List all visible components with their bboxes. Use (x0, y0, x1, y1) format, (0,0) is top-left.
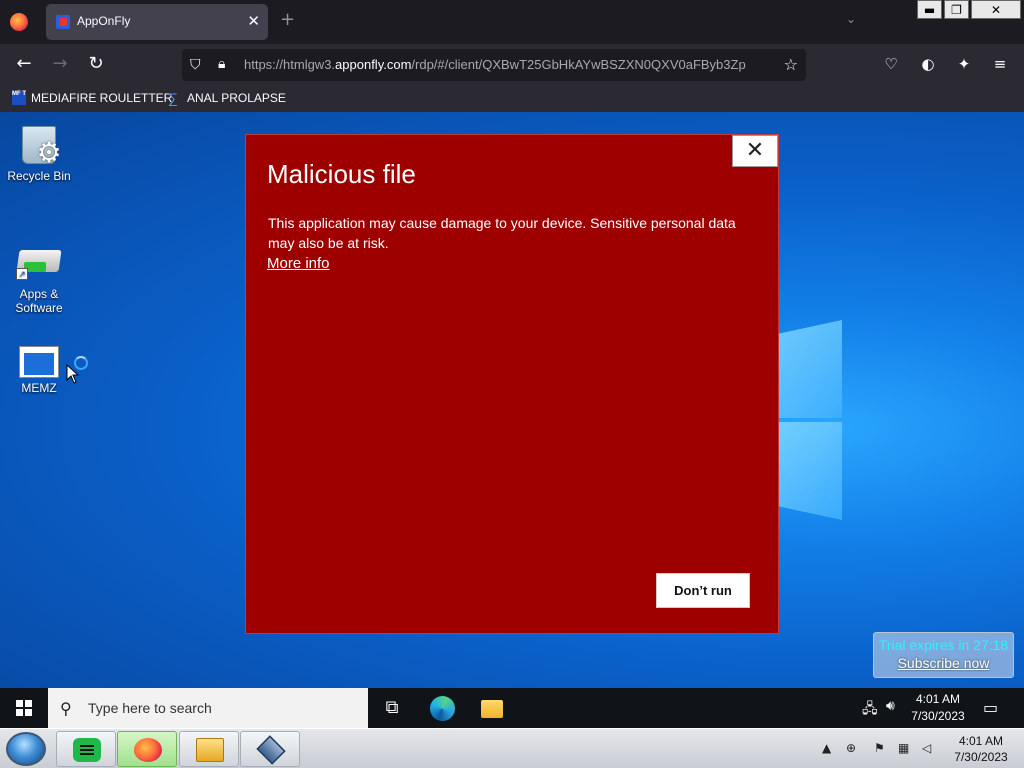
bookmark-anal-prolapse[interactable]: ∑ ANAL PROLAPSE (168, 91, 286, 105)
desktop-icon-label: MEMZ (21, 381, 57, 395)
network-icon[interactable]: 🖧︎ (862, 698, 878, 722)
forward-arrow-icon[interactable]: → (49, 54, 71, 74)
notification-icon[interactable]: ▭ (983, 698, 998, 717)
close-window-button[interactable]: ✕ (971, 0, 1021, 19)
mouse-pointer-icon (66, 364, 80, 384)
browser-nav-bar: ← → ↻ ⛉ 🔒︎ https://htmlgw3.apponfly.com/… (0, 44, 1024, 86)
desktop-icon-recycle-bin[interactable]: ⚙ Recycle Bin (3, 122, 75, 183)
tracking-shield-icon[interactable]: ⛉ (190, 57, 201, 73)
network-icon[interactable]: ▦ (898, 741, 909, 755)
spotify-icon (73, 738, 101, 762)
host-date: 7/30/2023 (954, 750, 1008, 764)
host-time: 4:01 AM (958, 734, 1004, 748)
list-all-tabs-icon[interactable]: ⌄ (846, 12, 856, 26)
minimize-button[interactable]: ▬ (917, 0, 942, 19)
bookmark-label: ANAL PROLAPSE (187, 91, 286, 105)
file-explorer-icon[interactable] (481, 700, 503, 718)
host-taskbar: ▲ ⊕ ⚑ ▦ ◁ 4:01 AM 7/30/2023 (0, 728, 1024, 768)
edge-icon[interactable] (430, 696, 455, 721)
bookmark-mediafire-rouletter[interactable]: MF T MEDIAFIRE ROULETTER (12, 91, 172, 105)
bookmark-label: MEDIAFIRE ROULETTER (31, 91, 173, 105)
task-view-icon[interactable]: ⧉ (379, 696, 405, 720)
desktop-icon-apps-software[interactable]: ↗ Apps & Software (3, 244, 75, 315)
dialog-message: This application may cause damage to you… (268, 215, 736, 251)
firefox-menu-icon[interactable] (10, 13, 28, 31)
taskbar-explorer[interactable] (179, 731, 239, 767)
desktop-icon-memz[interactable]: MEMZ (3, 346, 75, 395)
remote-taskbar: ⚲ Type here to search ⧉ 🖧︎ 🔊︎ 4:01 AM 7/… (0, 688, 1024, 728)
start-button[interactable] (0, 688, 48, 728)
virtualbox-icon (256, 735, 286, 765)
reload-icon[interactable]: ↻ (85, 54, 107, 74)
bookmarks-toolbar: MF T MEDIAFIRE ROULETTER ∑ ANAL PROLAPSE (0, 86, 1024, 112)
show-hidden-icons-icon[interactable]: ▲ (822, 741, 831, 755)
extensions-icon[interactable]: ✦ (953, 55, 975, 73)
tab-title: AppOnFly (77, 14, 131, 28)
restore-button[interactable]: ❐ (944, 0, 969, 19)
apponfly-favicon-icon (56, 15, 70, 29)
host-clock[interactable]: 4:01 AM 7/30/2023 (951, 733, 1011, 765)
sigma-icon: ∑ (168, 90, 178, 106)
window-controls: ▬ ❐ ✕ (917, 0, 1024, 20)
windows-start-icon (16, 700, 32, 716)
dialog-title: Malicious file (267, 159, 416, 189)
back-arrow-icon[interactable]: ← (13, 54, 35, 74)
volume-icon[interactable]: 🔊︎ (886, 698, 895, 714)
mediafire-icon: MF T (12, 91, 26, 105)
search-placeholder: Type here to search (88, 700, 212, 716)
hamburger-menu-icon[interactable]: ≡ (989, 55, 1011, 73)
taskbar-search-box[interactable]: ⚲ Type here to search (48, 688, 368, 728)
more-info-link[interactable]: More info (267, 255, 330, 272)
bookmark-star-icon[interactable]: ☆ (784, 55, 798, 74)
lock-icon[interactable]: 🔒︎ (218, 56, 225, 72)
remote-date: 7/30/2023 (911, 709, 965, 723)
account-icon[interactable]: ◐ (917, 55, 939, 73)
dont-run-button[interactable]: Don’t run (656, 573, 750, 608)
taskbar-spotify[interactable] (56, 731, 116, 767)
desktop-icon-label: Recycle Bin (7, 169, 71, 183)
malicious-file-dialog: ✕ Malicious file This application may ca… (245, 134, 779, 634)
tab-apponfly[interactable]: AppOnFly ✕ (46, 4, 268, 40)
dialog-close-button[interactable]: ✕ (732, 135, 778, 167)
url-text[interactable]: https://htmlgw3.apponfly.com/rdp/#/clien… (244, 57, 770, 72)
subscribe-link[interactable]: Subscribe now (874, 655, 1013, 671)
tab-close-icon[interactable]: ✕ (247, 12, 260, 30)
globe-icon[interactable]: ⊕ (846, 741, 856, 755)
search-icon: ⚲ (60, 698, 72, 718)
desktop-icon-label: Apps & Software (15, 287, 63, 315)
taskbar-firefox[interactable] (117, 731, 177, 767)
folder-icon (196, 738, 224, 762)
remote-clock[interactable]: 4:01 AM 7/30/2023 (908, 691, 968, 725)
windows-orb-icon[interactable] (6, 732, 46, 766)
remote-time: 4:01 AM (915, 692, 961, 706)
firefox-icon (134, 738, 162, 762)
memz-icon (19, 346, 59, 378)
trial-banner: Trial expires in 27:18 Subscribe now (873, 632, 1014, 678)
recycle-bin-icon: ⚙ (20, 122, 62, 168)
trial-countdown: Trial expires in 27:18 (878, 637, 1009, 653)
browser-tab-bar: AppOnFly ✕ + ⌄ ▬ ❐ ✕ (0, 0, 1024, 44)
volume-icon[interactable]: ◁ (922, 741, 931, 755)
taskbar-virtualbox[interactable] (240, 731, 300, 767)
new-tab-button[interactable]: + (280, 10, 295, 30)
url-bar[interactable]: ⛉ 🔒︎ https://htmlgw3.apponfly.com/rdp/#/… (182, 49, 806, 81)
flag-icon[interactable]: ⚑ (874, 741, 885, 755)
apps-software-icon: ↗ (16, 244, 62, 284)
remote-desktop[interactable]: ⚙ Recycle Bin ↗ Apps & Software MEMZ ✕ M… (0, 112, 1024, 688)
pocket-icon[interactable]: ♡ (880, 55, 902, 73)
